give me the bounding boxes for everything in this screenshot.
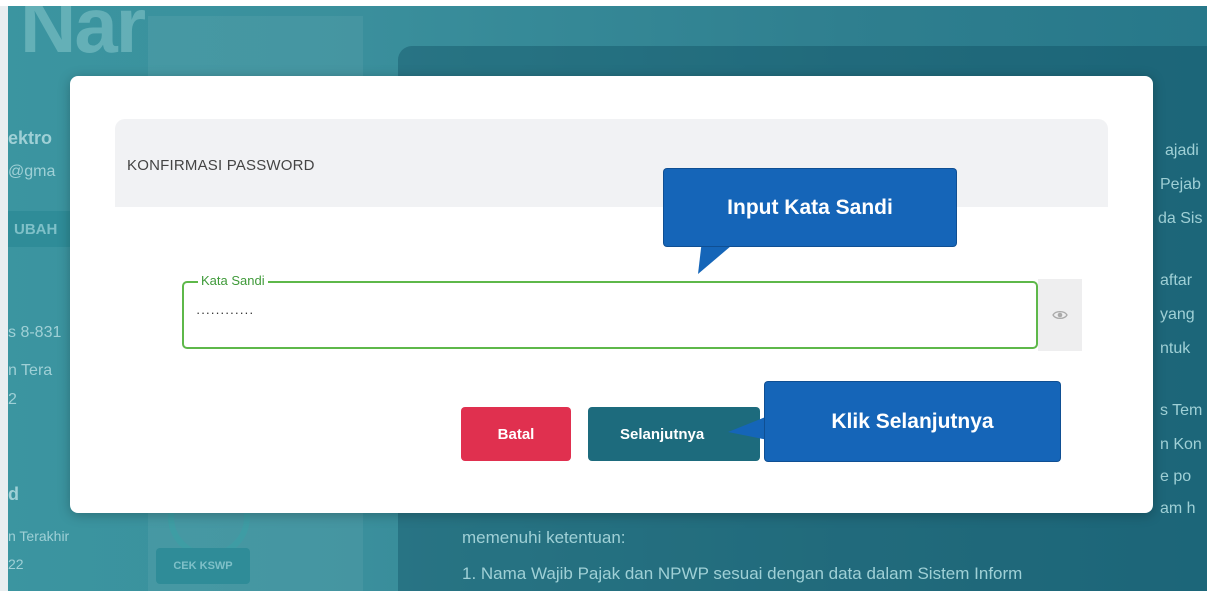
bg-right-text-10: am h [1160, 500, 1196, 517]
bg-right-text-9: e po [1160, 468, 1192, 485]
toggle-password-visibility-button[interactable] [1038, 279, 1082, 351]
bg-last-update-value: 2 [8, 391, 17, 408]
modal-header: KONFIRMASI PASSWORD [115, 119, 1108, 207]
modal-title: KONFIRMASI PASSWORD [127, 157, 315, 174]
bg-check-kswp-button: CEK KSWP [156, 548, 250, 584]
next-callout: Klik Selanjutnya [765, 382, 1060, 461]
bg-profile-email: @gma [8, 163, 56, 180]
password-input[interactable]: ············ [196, 305, 254, 320]
eye-icon [1052, 310, 1068, 320]
bg-right-text-7: s Tem [1160, 402, 1203, 419]
bg-last-update-label: n Tera [8, 362, 53, 379]
bg-section-label: d [8, 484, 19, 504]
bg-right-text-8: n Kon [1160, 436, 1202, 453]
bg-right-text-4: aftar [1160, 272, 1193, 289]
bg-right-text-6: ntuk [1160, 340, 1191, 357]
bg-last-update-value-2: 22 [8, 556, 24, 572]
password-field-label: Kata Sandi [198, 273, 268, 288]
cancel-button[interactable]: Batal [461, 407, 571, 461]
left-edge [0, 6, 8, 591]
password-field[interactable]: Kata Sandi ············ [182, 273, 1038, 349]
input-callout: Input Kata Sandi [664, 169, 956, 246]
bg-right-text-2: Pejab [1160, 176, 1201, 193]
bg-phone: s 8-831 [8, 324, 62, 341]
bg-right-text-3: da Sis [1158, 210, 1203, 227]
bg-right-text-1: ajadi [1165, 142, 1199, 159]
bg-body-line-2: 1. Nama Wajib Pajak dan NPWP sesuai deng… [462, 564, 1023, 583]
bg-body-line-1: memenuhi ketentuan: [462, 528, 626, 547]
bg-last-update-label-2: n Terakhir [8, 528, 70, 544]
next-button[interactable]: Selanjutnya [588, 407, 760, 461]
bg-profile-name: ektro [8, 128, 53, 148]
bg-right-text-5: yang [1160, 306, 1195, 323]
background-logo: Nar [20, 6, 146, 69]
